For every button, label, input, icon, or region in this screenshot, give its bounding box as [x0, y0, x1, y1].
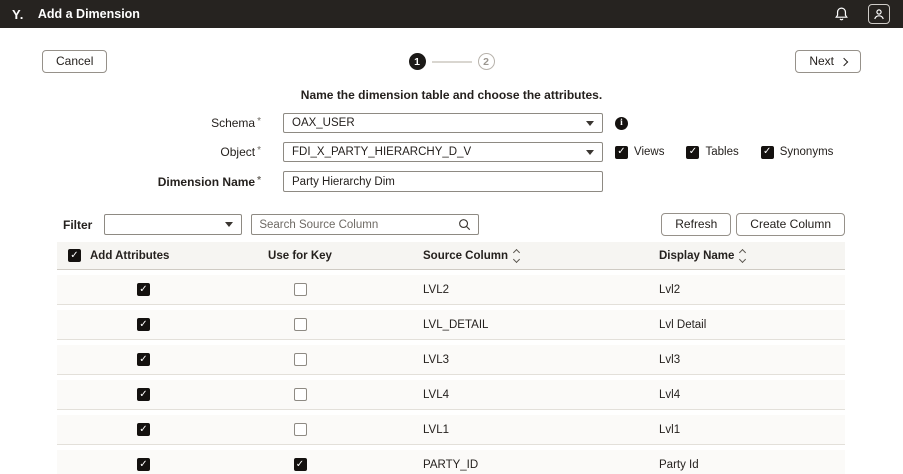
user-avatar-icon — [868, 4, 890, 24]
schema-label: Schema* — [0, 116, 265, 130]
wizard-stepper: 1 2 — [409, 53, 495, 70]
source-column-cell: PARTY_ID — [370, 459, 620, 471]
sort-icon[interactable] — [514, 250, 519, 262]
chevron-down-icon — [225, 222, 233, 227]
display-name-header: Display Name — [659, 250, 734, 262]
object-select[interactable]: FDI_X_PARTY_HIERARCHY_D_V — [283, 142, 603, 162]
source-column-cell: LVL2 — [370, 284, 620, 296]
chevron-down-icon — [586, 121, 594, 126]
attributes-section: Filter Refresh Create Column Add Attribu… — [57, 213, 845, 474]
info-icon[interactable]: i — [615, 117, 628, 130]
schema-select-value: OAX_USER — [292, 117, 355, 129]
next-button-label: Next — [809, 54, 834, 69]
table-row: LVL2 Lvl2 — [57, 275, 845, 305]
required-mark: * — [257, 175, 261, 186]
add-attribute-checkbox[interactable] — [137, 283, 150, 296]
search-box — [251, 214, 479, 235]
object-type-label: Synonyms — [780, 146, 834, 158]
add-attributes-header: Add Attributes — [90, 250, 169, 262]
source-column-cell: LVL4 — [370, 389, 620, 401]
sort-icon[interactable] — [740, 250, 745, 262]
object-type-option[interactable]: Views — [615, 146, 664, 159]
display-name-cell: Lvl2 — [620, 284, 845, 296]
refresh-button[interactable]: Refresh — [661, 213, 731, 236]
table-row: LVL3 Lvl3 — [57, 345, 845, 375]
use-for-key-checkbox[interactable] — [294, 318, 307, 331]
wizard-instruction: Name the dimension table and choose the … — [0, 88, 903, 102]
add-attribute-checkbox[interactable] — [137, 458, 150, 471]
object-row: Object* FDI_X_PARTY_HIERARCHY_D_V Views … — [0, 142, 903, 162]
chevron-down-icon — [586, 150, 594, 155]
display-name-cell: Party Id — [620, 459, 845, 471]
table-row: LVL4 Lvl4 — [57, 380, 845, 410]
dimension-name-row: Dimension Name* — [0, 171, 903, 192]
brand-logo-icon: Y. — [12, 7, 24, 22]
use-for-key-checkbox[interactable] — [294, 353, 307, 366]
table-row: PARTY_ID Party Id — [57, 450, 845, 474]
object-type-checkbox[interactable] — [615, 146, 628, 159]
attributes-table-body: LVL2 Lvl2 LVL_DETAIL Lvl Detail LVL3 Lvl… — [57, 275, 845, 474]
display-name-cell: Lvl1 — [620, 424, 845, 436]
user-avatar-button[interactable] — [867, 3, 891, 25]
object-type-label: Tables — [705, 146, 738, 158]
schema-select[interactable]: OAX_USER — [283, 113, 603, 133]
dimension-form: Schema* OAX_USER i Object* FDI_X_PARTY_H… — [0, 113, 903, 192]
source-column-header: Source Column — [423, 250, 508, 262]
use-for-key-checkbox[interactable] — [294, 458, 307, 471]
object-type-checkbox[interactable] — [686, 146, 699, 159]
notifications-bell-icon[interactable] — [829, 3, 853, 25]
search-input[interactable] — [259, 219, 458, 231]
source-column-cell: LVL_DETAIL — [370, 319, 620, 331]
object-type-options: Views Tables Synonyms — [615, 146, 833, 159]
wizard-controls: Cancel 1 2 Next — [42, 50, 861, 73]
select-all-checkbox[interactable] — [68, 249, 81, 262]
use-for-key-checkbox[interactable] — [294, 283, 307, 296]
object-type-option[interactable]: Synonyms — [761, 146, 834, 159]
top-bar: Y. Add a Dimension — [0, 0, 903, 28]
next-chevron-icon — [840, 57, 848, 65]
table-header-row: Add Attributes Use for Key Source Column… — [57, 242, 845, 270]
required-mark: * — [257, 116, 261, 127]
required-mark: * — [257, 145, 261, 156]
add-attribute-checkbox[interactable] — [137, 423, 150, 436]
object-type-label: Views — [634, 146, 664, 158]
object-type-option[interactable]: Tables — [686, 146, 738, 159]
search-icon — [458, 218, 471, 231]
source-column-cell: LVL3 — [370, 354, 620, 366]
object-label: Object* — [0, 145, 265, 159]
display-name-cell: Lvl4 — [620, 389, 845, 401]
add-attribute-checkbox[interactable] — [137, 388, 150, 401]
add-dimension-page: Y. Add a Dimension Cancel 1 2 N — [0, 0, 903, 474]
add-attribute-checkbox[interactable] — [137, 353, 150, 366]
create-column-button[interactable]: Create Column — [736, 213, 845, 236]
use-for-key-checkbox[interactable] — [294, 388, 307, 401]
filter-toolbar: Filter Refresh Create Column — [57, 213, 845, 236]
object-type-checkbox[interactable] — [761, 146, 774, 159]
dimension-name-input[interactable] — [283, 171, 603, 192]
table-row: LVL_DETAIL Lvl Detail — [57, 310, 845, 340]
step-1-indicator: 1 — [409, 53, 426, 70]
object-select-value: FDI_X_PARTY_HIERARCHY_D_V — [292, 146, 471, 158]
display-name-cell: Lvl3 — [620, 354, 845, 366]
filter-select[interactable] — [104, 214, 242, 235]
next-button[interactable]: Next — [795, 50, 861, 73]
cancel-button[interactable]: Cancel — [42, 50, 107, 73]
schema-row: Schema* OAX_USER i — [0, 113, 903, 133]
use-for-key-header: Use for Key — [230, 250, 370, 262]
stepper-connector — [432, 61, 472, 63]
dimension-name-label: Dimension Name* — [0, 175, 265, 189]
use-for-key-checkbox[interactable] — [294, 423, 307, 436]
add-attribute-checkbox[interactable] — [137, 318, 150, 331]
table-row: LVL1 Lvl1 — [57, 415, 845, 445]
display-name-cell: Lvl Detail — [620, 319, 845, 331]
filter-label: Filter — [63, 218, 92, 232]
page-title: Add a Dimension — [38, 7, 140, 21]
source-column-cell: LVL1 — [370, 424, 620, 436]
step-2-indicator: 2 — [478, 53, 495, 70]
